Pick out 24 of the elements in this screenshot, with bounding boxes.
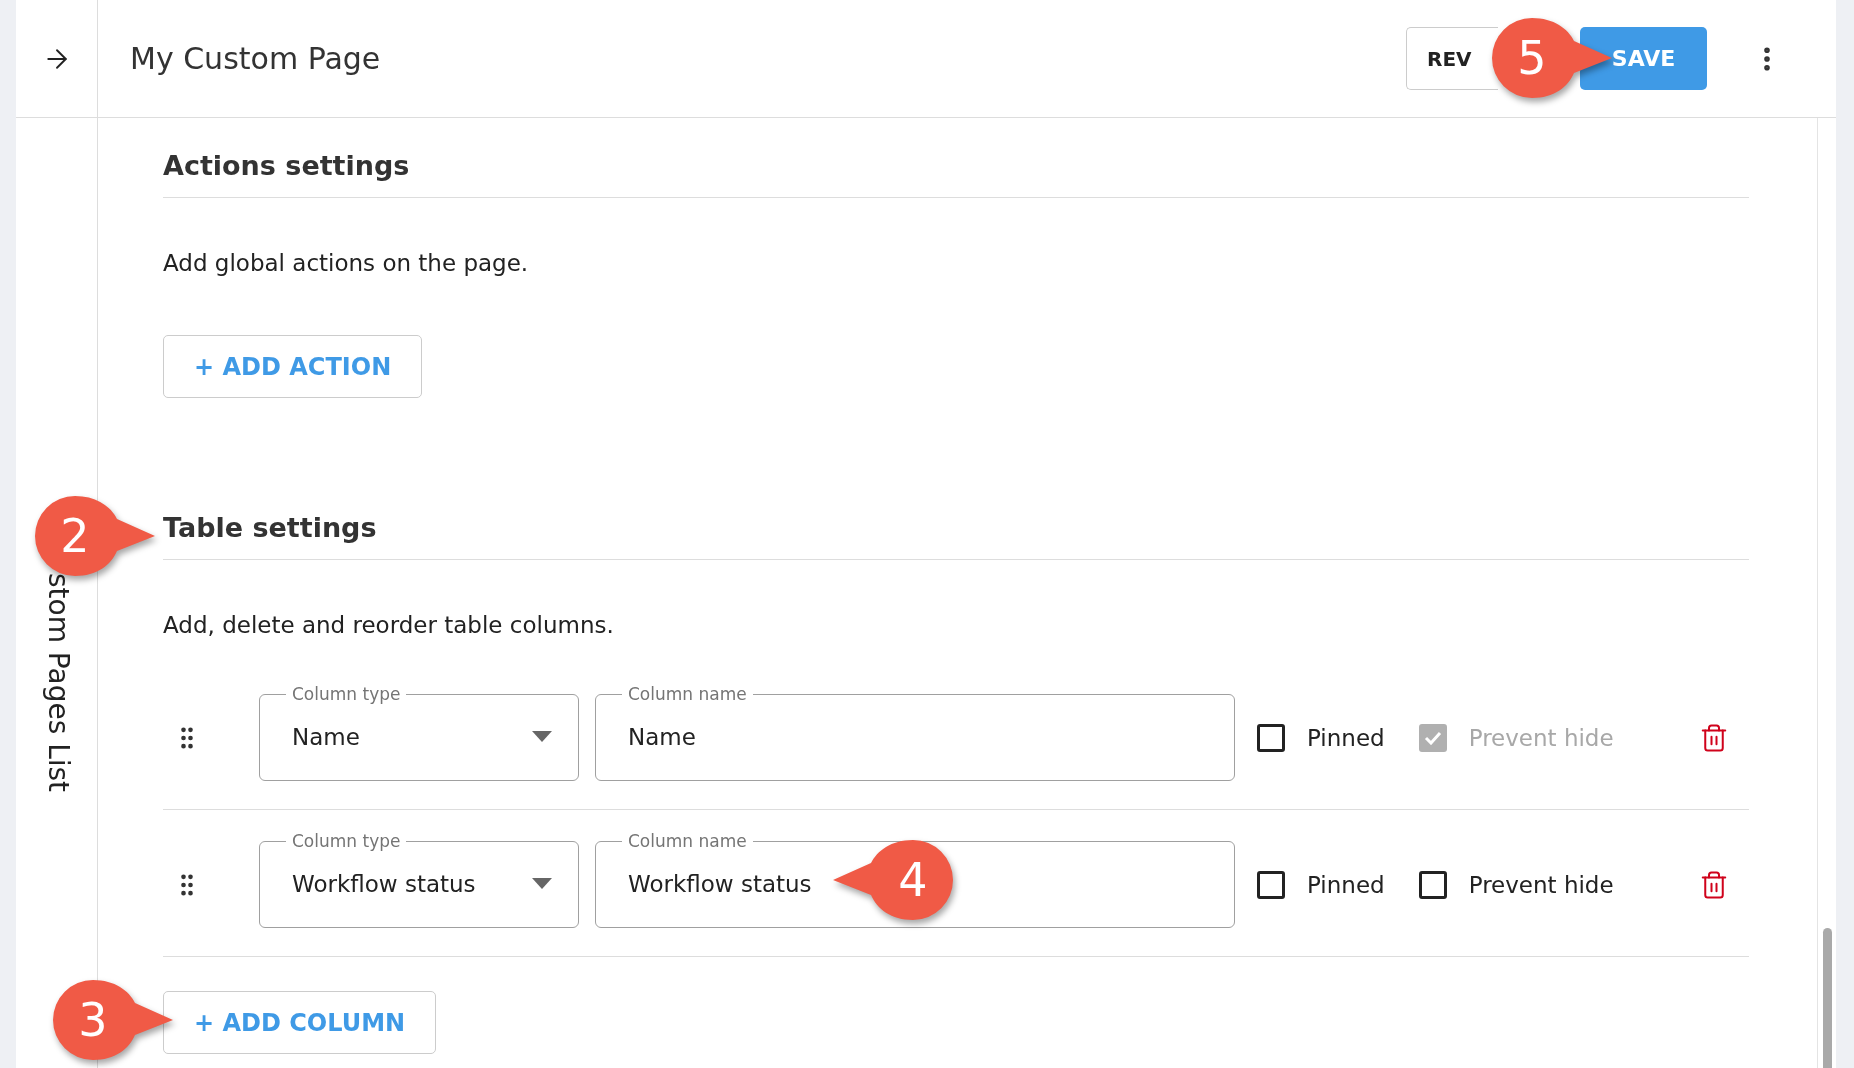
- secondary-button[interactable]: REV: [1406, 27, 1498, 90]
- scrollbar-thumb[interactable]: [1822, 928, 1832, 1068]
- section-description: Add global actions on the page.: [163, 249, 530, 278]
- column-type-select[interactable]: Column type Workflow status: [259, 830, 579, 928]
- column-type-select[interactable]: Column type Name: [259, 683, 579, 781]
- checkbox-label: Prevent hide: [1468, 871, 1614, 898]
- section-title: Actions settings: [163, 148, 1749, 198]
- checkbox-label: Pinned: [1307, 871, 1385, 898]
- page-title: My Custom Page: [130, 41, 382, 76]
- column-name-field[interactable]: Column name Name: [595, 683, 1235, 781]
- section-description: Add, delete and reorder table columns.: [163, 611, 615, 640]
- checkbox-label: Prevent hide: [1468, 724, 1614, 751]
- checkbox-label: Pinned: [1307, 724, 1385, 751]
- prevent-hide-checkbox[interactable]: [1418, 870, 1447, 899]
- field-label: Column type: [291, 830, 402, 852]
- field-label: Column type: [291, 683, 402, 705]
- caret-icon: [532, 730, 552, 743]
- caret-icon: [532, 877, 552, 890]
- pinned-checkbox[interactable]: [1257, 870, 1285, 899]
- section-title: Table settings: [163, 510, 1749, 560]
- field-label: Column name: [627, 830, 748, 852]
- pinned-checkbox[interactable]: [1257, 723, 1285, 752]
- field-label: Column name: [627, 683, 748, 705]
- check-icon: [1423, 730, 1442, 745]
